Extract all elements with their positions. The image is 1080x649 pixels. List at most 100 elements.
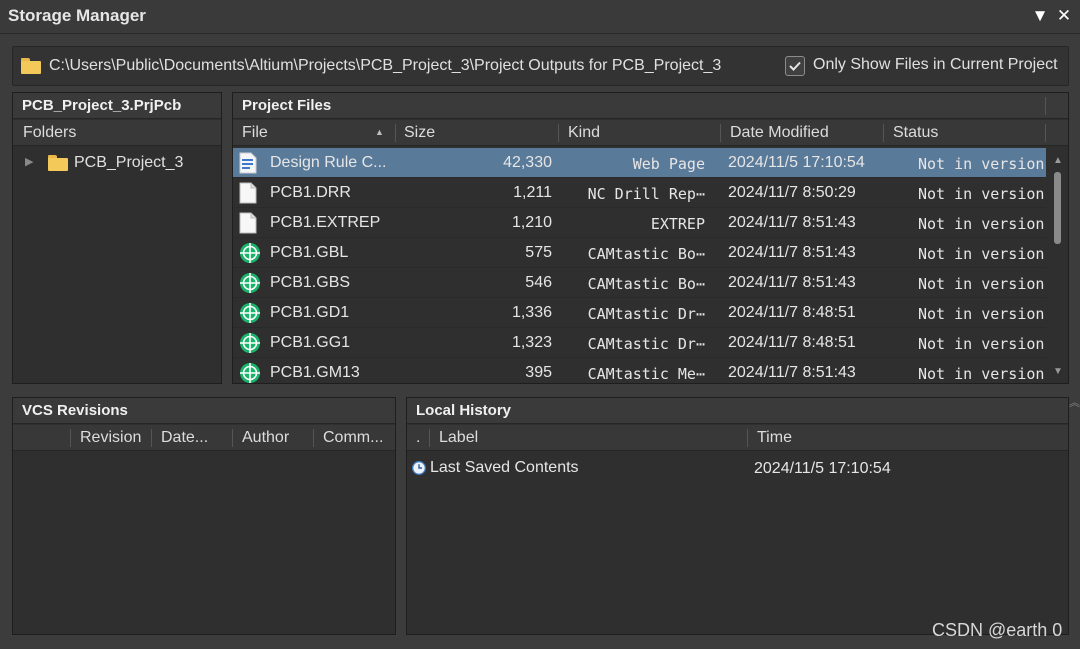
local-history-header: Local History — [407, 398, 1068, 424]
vcs-revisions-title: VCS Revisions — [22, 402, 128, 419]
current-path: C:\Users\Public\Documents\Altium\Project… — [49, 57, 722, 74]
table-row[interactable]: PCB1.EXTREP 1,210 EXTREP 2024/11/7 8:51:43 N… — [233, 208, 1046, 238]
sort-ascending-icon: ▲ — [375, 127, 384, 137]
scrollbar-thumb[interactable] — [1054, 172, 1061, 244]
column-label[interactable]: Label — [439, 429, 478, 447]
files-table: Design Rule C... 42,330 Web Page 2024/11/5 … — [233, 148, 1048, 383]
file-name: PCB1.GM13 — [270, 364, 360, 381]
expand-arrow-icon[interactable]: ▶ — [25, 155, 33, 168]
table-row[interactable]: PCB1.GG1 1,323 CAMtastic Dr⋯ 2024/11/7 8:48… — [233, 328, 1046, 358]
table-row[interactable]: PCB1.GBS 546 CAMtastic Bo⋯ 2024/11/7 8:51:4… — [233, 268, 1046, 298]
scroll-down-icon[interactable]: ▼ — [1052, 367, 1064, 377]
file-name: PCB1.DRR — [270, 184, 351, 201]
project-name: PCB_Project_3.PrjPcb — [22, 97, 182, 114]
file-name: PCB1.GD1 — [270, 304, 350, 321]
file-kind: EXTREP — [650, 215, 705, 233]
file-kind: CAMtastic Dr⋯ — [587, 305, 705, 323]
file-name: Design Rule C... — [270, 154, 387, 171]
file-status: Not in version — [918, 245, 1045, 263]
file-kind: CAMtastic Me⋯ — [587, 365, 705, 383]
vcs-revisions-header: VCS Revisions — [13, 398, 395, 424]
history-time: 2024/11/5 17:10:54 — [754, 460, 891, 477]
file-kind: CAMtastic Bo⋯ — [587, 245, 705, 263]
folder-icon — [48, 155, 68, 171]
scroll-up-icon[interactable]: ▲ — [1052, 156, 1064, 166]
file-name: PCB1.GBS — [270, 274, 351, 291]
project-panel-header: PCB_Project_3.PrjPcb — [13, 93, 221, 119]
local-history-title: Local History — [416, 402, 512, 419]
table-row[interactable]: PCB1.DRR 1,211 NC Drill Rep⋯ 2024/11/7 8:50… — [233, 178, 1046, 208]
column-date-modified[interactable]: Date Modified — [730, 124, 829, 142]
web-page-icon — [239, 152, 259, 174]
tree-item-label: PCB_Project_3 — [74, 154, 184, 171]
file-date-modified: 2024/11/5 17:10:54 — [728, 154, 865, 171]
document-icon — [239, 182, 259, 204]
camtastic-icon — [239, 242, 260, 264]
files-column-header: File ▲ Size Kind Date Modified Status — [233, 120, 1068, 146]
table-row[interactable]: PCB1.GBL 575 CAMtastic Bo⋯ 2024/11/7 8:51:4… — [233, 238, 1046, 268]
folders-label: Folders — [23, 124, 77, 141]
file-status: Not in version — [918, 335, 1045, 353]
table-row[interactable]: PCB1.GM13 395 CAMtastic Me⋯ 2024/11/7 8:51:… — [233, 358, 1046, 383]
title-bar: Storage Manager ▼ ✕ — [0, 0, 1080, 34]
clock-icon — [412, 461, 426, 475]
tree-item-project[interactable]: ▶ PCB_Project_3 — [13, 149, 221, 177]
watermark: CSDN @earth 0 — [932, 620, 1063, 640]
column-dot[interactable]: . — [416, 429, 420, 447]
file-date-modified: 2024/11/7 8:50:29 — [728, 184, 856, 201]
close-icon[interactable]: ✕ — [1054, 5, 1074, 27]
column-file[interactable]: File — [242, 124, 268, 142]
column-time[interactable]: Time — [757, 429, 792, 447]
project-files-panel: Project Files File ▲ Size Kind Date Modi… — [232, 92, 1069, 384]
file-status: Not in version — [918, 365, 1045, 383]
folder-icon — [21, 58, 41, 74]
history-column-header: . Label Time — [407, 425, 1068, 451]
file-status: Not in version — [918, 185, 1045, 203]
document-icon — [239, 212, 259, 234]
file-date-modified: 2024/11/7 8:51:43 — [728, 274, 856, 291]
column-author[interactable]: Author — [242, 429, 289, 447]
file-size: 1,210 — [511, 214, 552, 231]
vcs-revisions-panel: VCS Revisions Revision Date... Author Co… — [12, 397, 396, 635]
file-date-modified: 2024/11/7 8:51:43 — [728, 244, 856, 261]
column-date[interactable]: Date... — [161, 429, 208, 447]
column-comment[interactable]: Comm... — [323, 429, 383, 447]
file-size: 1,336 — [511, 304, 552, 321]
file-size: 1,211 — [513, 184, 552, 201]
file-date-modified: 2024/11/7 8:51:43 — [728, 364, 856, 381]
file-size: 42,330 — [503, 154, 552, 171]
checkmark-icon — [789, 61, 801, 71]
file-status: Not in version — [918, 275, 1045, 293]
triangle-down-icon[interactable]: ▼ — [1030, 5, 1050, 27]
folders-header: Folders — [13, 120, 221, 146]
camtastic-icon — [239, 332, 260, 354]
history-label: Last Saved Contents — [430, 459, 579, 476]
column-kind[interactable]: Kind — [568, 124, 600, 142]
camtastic-icon — [239, 272, 260, 294]
column-size[interactable]: Size — [404, 124, 435, 142]
path-bar: C:\Users\Public\Documents\Altium\Project… — [12, 46, 1069, 86]
file-size: 1,323 — [511, 334, 552, 351]
file-name: PCB1.GG1 — [270, 334, 351, 351]
history-row[interactable]: Last Saved Contents 2024/11/5 17:10:54 — [407, 454, 1068, 482]
file-kind: CAMtastic Dr⋯ — [587, 335, 705, 353]
only-current-project-label[interactable]: Only Show Files in Current Project — [813, 56, 1058, 74]
only-current-project-checkbox[interactable] — [785, 56, 805, 76]
window-title: Storage Manager — [8, 6, 146, 25]
file-date-modified: 2024/11/7 8:48:51 — [728, 334, 856, 351]
column-revision[interactable]: Revision — [80, 429, 141, 447]
file-size: 575 — [525, 244, 552, 261]
table-row[interactable]: PCB1.GD1 1,336 CAMtastic Dr⋯ 2024/11/7 8:48… — [233, 298, 1046, 328]
project-files-header: Project Files — [233, 93, 1068, 119]
local-history-panel: Local History . Label Time Last Saved Co… — [406, 397, 1069, 635]
file-name: PCB1.GBL — [270, 244, 349, 261]
file-kind: NC Drill Rep⋯ — [587, 185, 705, 203]
camtastic-icon — [239, 302, 260, 324]
file-date-modified: 2024/11/7 8:51:43 — [728, 214, 856, 231]
table-row[interactable]: Design Rule C... 42,330 Web Page 2024/11/5 … — [233, 148, 1046, 178]
column-status[interactable]: Status — [893, 124, 938, 142]
file-status: Not in version — [918, 305, 1045, 323]
project-panel: PCB_Project_3.PrjPcb Folders ▶ PCB_Proje… — [12, 92, 222, 384]
file-name: PCB1.EXTREP — [270, 214, 381, 231]
collapse-icon[interactable]: ︽ — [1069, 394, 1080, 410]
